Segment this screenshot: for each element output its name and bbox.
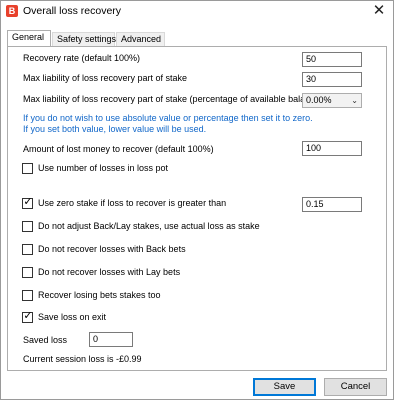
info-text-line2: If you set both value, lower value will … [23,124,207,134]
use-zero-stake-checkbox[interactable]: ✓ [22,196,33,209]
checkmark-icon: ✓ [23,310,33,322]
window-title: Overall loss recovery [23,5,122,17]
no-adjust-checkbox[interactable] [22,221,33,232]
no-adjust-label: Do not adjust Back/Lay stakes, use actua… [38,221,260,231]
cancel-button[interactable]: Cancel [324,378,387,396]
no-recover-lay-checkbox[interactable] [22,267,33,278]
tab-general[interactable]: General [7,30,51,46]
max-liability-input[interactable]: 30 [302,72,362,87]
current-session-loss: Current session loss is -£0.99 [23,354,142,364]
use-number-losses-label: Use number of losses in loss pot [38,163,169,173]
save-button[interactable]: Save [253,378,316,396]
recovery-rate-input[interactable]: 50 [302,52,362,67]
no-recover-lay-label: Do not recover losses with Lay bets [38,267,181,277]
title-bar: B Overall loss recovery ✕ [1,1,393,22]
saved-loss-input[interactable]: 0 [89,332,133,347]
app-logo-icon: B [6,5,18,17]
max-liability-pct-label: Max liability of loss recovery part of s… [23,94,323,104]
save-loss-label: Save loss on exit [38,312,107,322]
general-tab-panel: Recovery rate (default 100%) 50 Max liab… [7,46,387,371]
use-number-losses-checkbox[interactable] [22,163,33,174]
tab-advanced[interactable]: Advanced [116,32,165,46]
chevron-down-icon: ⌄ [351,96,358,105]
recover-losing-checkbox[interactable] [22,290,33,301]
tab-safety-settings[interactable]: Safety settings [52,32,116,46]
max-liability-pct-select[interactable]: 0.00% ⌄ [302,93,362,108]
recovery-rate-label: Recovery rate (default 100%) [23,53,141,63]
amount-lost-input[interactable]: 100 [302,141,362,156]
save-loss-checkbox[interactable]: ✓ [22,310,33,323]
saved-loss-label: Saved loss [23,335,68,345]
amount-lost-label: Amount of lost money to recover (default… [23,144,214,154]
max-liability-pct-value: 0.00% [306,95,332,105]
no-recover-back-label: Do not recover losses with Back bets [38,244,186,254]
zero-stake-threshold-input[interactable]: 0.15 [302,197,362,212]
info-text-line1: If you do not wish to use absolute value… [23,113,313,123]
no-recover-back-checkbox[interactable] [22,244,33,255]
use-zero-stake-label: Use zero stake if loss to recover is gre… [38,198,227,208]
close-icon[interactable]: ✕ [365,1,393,22]
max-liability-label: Max liability of loss recovery part of s… [23,73,188,83]
recover-losing-label: Recover losing bets stakes too [38,290,161,300]
checkmark-icon: ✓ [23,196,33,208]
loss-recovery-dialog: B Overall loss recovery ✕ General Safety… [0,0,394,400]
